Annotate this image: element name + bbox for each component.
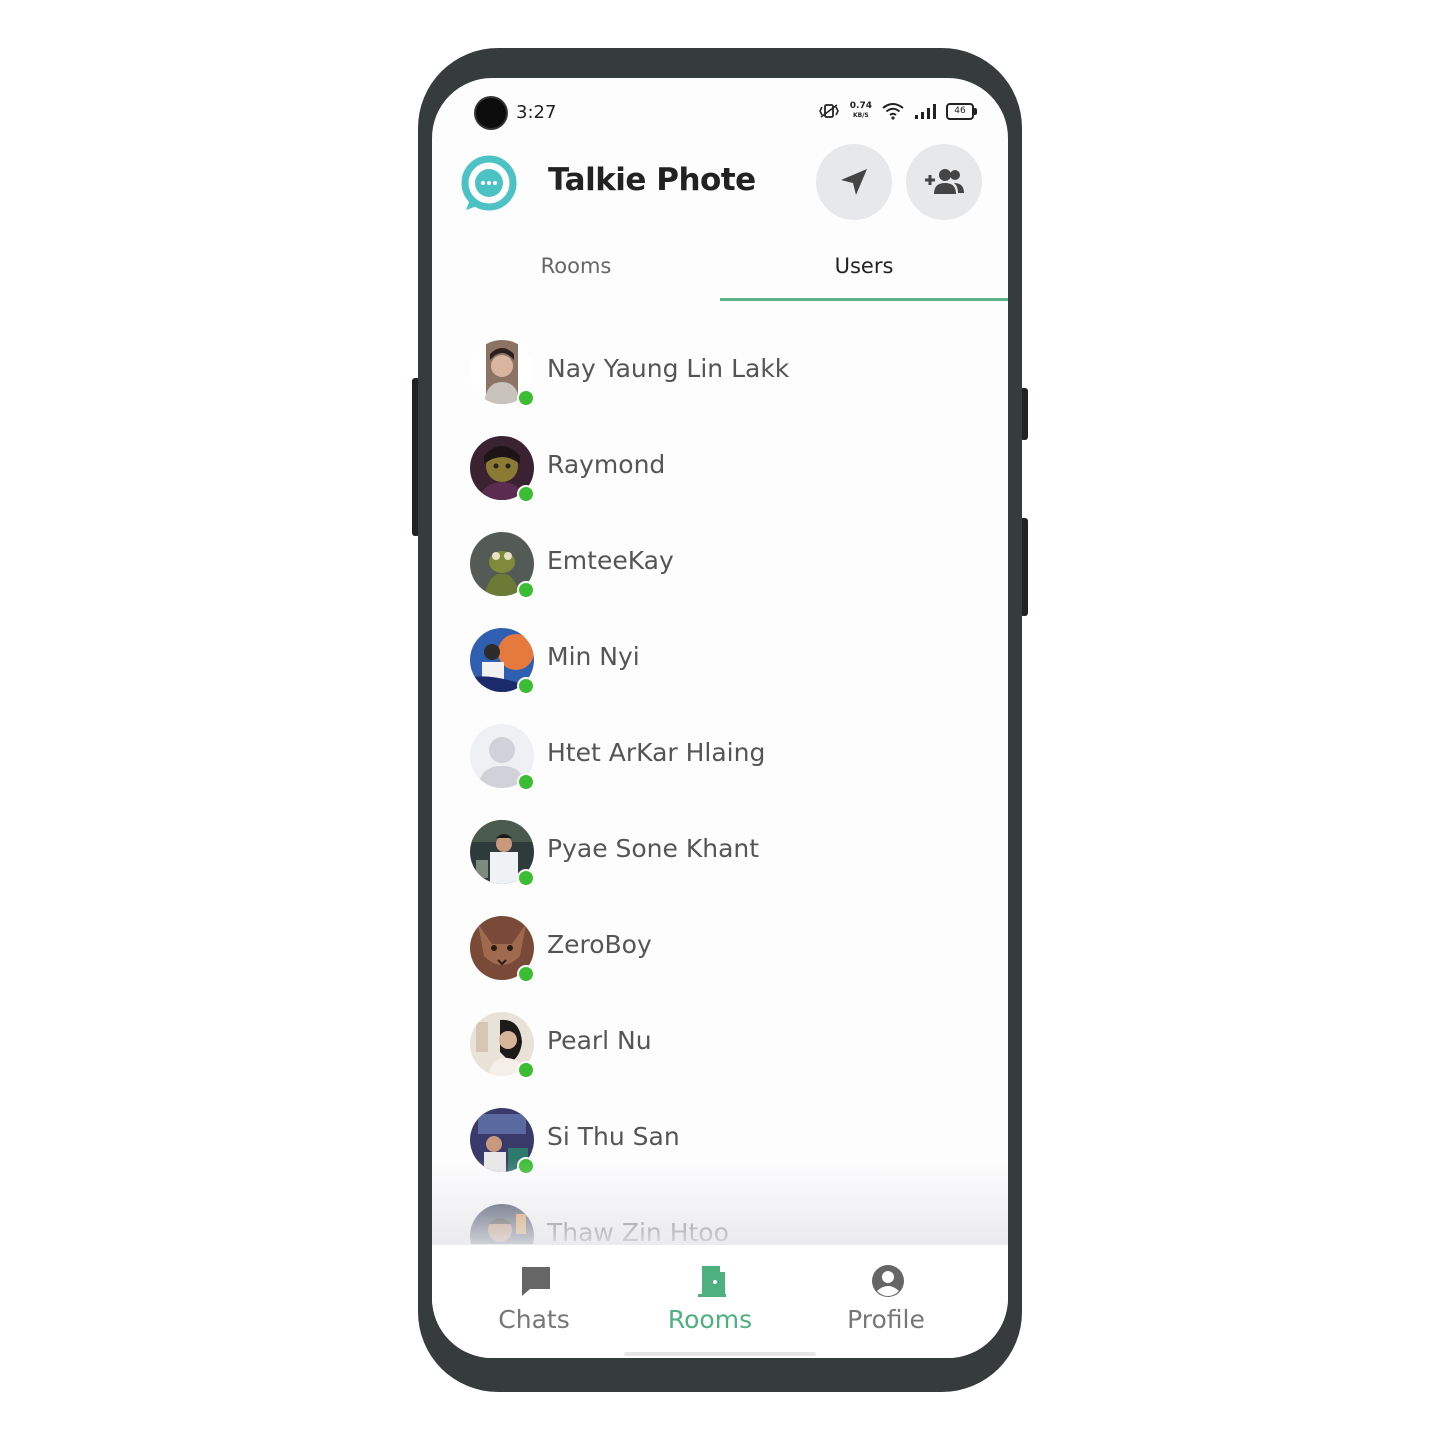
tab-bar: Rooms Users [432, 244, 1008, 304]
bottom-navigation: Chats Rooms Profile [432, 1244, 1008, 1358]
door-icon [698, 1266, 726, 1297]
user-name: EmteeKay [547, 546, 674, 575]
user-name: ZeroBoy [547, 930, 652, 959]
send-location-button[interactable] [816, 144, 892, 220]
active-tab-indicator [720, 298, 1008, 301]
add-group-icon [925, 169, 964, 194]
user-name: Nay Yaung Lin Lakk [547, 354, 790, 383]
list-item[interactable]: Raymond [432, 420, 1008, 516]
nav-rooms[interactable]: Rooms [614, 1245, 806, 1355]
online-status-dot [517, 773, 535, 791]
nav-label: Chats [498, 1305, 570, 1334]
user-name: Si Thu San [547, 1122, 680, 1151]
nav-chats[interactable]: Chats [438, 1245, 630, 1355]
online-status-dot [517, 389, 535, 407]
user-name: Min Nyi [547, 642, 640, 671]
wifi-icon [882, 103, 904, 120]
list-item[interactable]: Htet ArKar Hlaing [432, 708, 1008, 804]
vibrate-icon [818, 104, 839, 118]
list-item[interactable]: Min Nyi [432, 612, 1008, 708]
app-header: Talkie Phote [432, 142, 1008, 230]
online-status-dot [517, 869, 535, 887]
tab-rooms[interactable]: Rooms [432, 244, 720, 300]
list-item[interactable]: Thaw Zin Htoo [432, 1188, 1008, 1244]
chat-icon [522, 1267, 550, 1296]
user-list: Nay Yaung Lin Lakk Raymond EmteeKay Min … [432, 324, 1008, 1244]
list-item[interactable]: Nay Yaung Lin Lakk [432, 324, 1008, 420]
tab-users[interactable]: Users [720, 244, 1008, 300]
list-item[interactable]: Pyae Sone Khant [432, 804, 1008, 900]
online-status-dot [517, 677, 535, 695]
online-status-dot [517, 1061, 535, 1079]
signal-icon [915, 104, 936, 119]
user-name: Pyae Sone Khant [547, 834, 760, 863]
chat-bubble-icon [461, 155, 517, 211]
account-circle-icon [872, 1265, 904, 1297]
online-status-dot [517, 485, 535, 503]
user-name: Htet ArKar Hlaing [547, 738, 766, 767]
user-name: Pearl Nu [547, 1026, 652, 1055]
status-time: 3:27 [516, 102, 557, 123]
front-camera [476, 98, 506, 128]
net-speed-unit: KB/S [853, 112, 869, 119]
user-name: Thaw Zin Htoo [547, 1218, 729, 1244]
online-status-dot [517, 965, 535, 983]
add-user-button[interactable] [906, 144, 982, 220]
app-title: Talkie Phote [548, 162, 756, 198]
navigation-arrow-icon [841, 169, 867, 195]
avatar [470, 1204, 534, 1244]
list-item[interactable]: Si Thu San [432, 1092, 1008, 1188]
nav-label: Profile [847, 1305, 925, 1334]
nav-profile[interactable]: Profile [790, 1245, 982, 1355]
net-speed-value: 0.74 [849, 101, 872, 111]
list-item[interactable]: Pearl Nu [432, 996, 1008, 1092]
battery-icon: 46 [946, 102, 977, 120]
online-status-dot [517, 1157, 535, 1175]
list-item[interactable]: ZeroBoy [432, 900, 1008, 996]
phone-screen: 3:27 0.74 KB/S 46 Talkie Phote Rooms Use… [432, 78, 1008, 1358]
list-item[interactable]: EmteeKay [432, 516, 1008, 612]
home-indicator[interactable] [624, 1352, 816, 1356]
status-icons: 0.74 KB/S 46 [818, 102, 977, 120]
user-name: Raymond [547, 450, 666, 479]
net-speed: 0.74 KB/S [850, 102, 872, 120]
online-status-dot [517, 581, 535, 599]
nav-label: Rooms [667, 1305, 753, 1334]
